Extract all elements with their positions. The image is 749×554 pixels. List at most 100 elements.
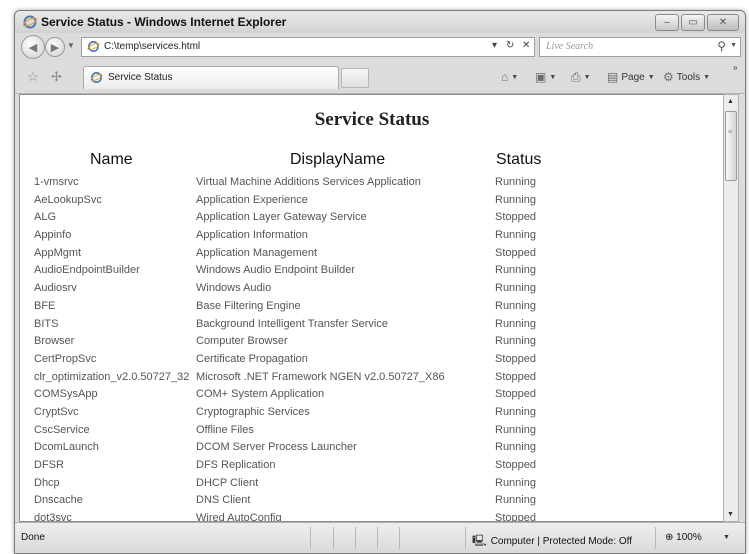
table-row: CscService Offline Files Running — [20, 422, 724, 440]
status-cell: Stopped — [495, 370, 536, 383]
service-name-cell: CscService — [34, 423, 90, 436]
status-bar: Done 🖳 Computer | Protected Mode: Off ⊕ … — [15, 522, 745, 553]
status-divider — [465, 527, 466, 549]
service-name-cell: AppMgmt — [34, 246, 82, 259]
service-name-cell: Appinfo — [34, 229, 72, 242]
stop-icon[interactable]: ✕ — [522, 40, 530, 51]
add-favorites-icon[interactable]: ✢ — [51, 69, 62, 85]
display-name-cell: Application Experience — [196, 193, 308, 206]
address-url[interactable]: C:\temp\services.html — [104, 41, 200, 52]
zoom-label: 100% — [676, 532, 702, 543]
address-dropdown-icon[interactable]: ▾ — [492, 40, 497, 51]
search-box[interactable]: Live Search ⚲ ▼ — [539, 37, 741, 57]
page-icon — [87, 41, 100, 52]
computer-zone-icon: 🖳 — [472, 535, 487, 547]
table-row: clr_optimization_v2.0.50727_32 Microsoft … — [20, 369, 724, 387]
zoom-dropdown-icon[interactable]: ▼ — [723, 534, 730, 541]
column-header-status: Status — [496, 151, 542, 168]
page-menu-button[interactable]: ▤ Page ▼ — [607, 70, 655, 84]
status-text: Done — [21, 532, 45, 543]
maximize-button[interactable]: ▭ — [681, 14, 705, 31]
table-row: Dhcp DHCP Client Running — [20, 475, 724, 493]
table-row: BFE Base Filtering Engine Running — [20, 298, 724, 316]
security-zone-label: Computer | Protected Mode: Off — [490, 536, 633, 547]
zoom-icon: ⊕ — [665, 532, 674, 543]
status-cell: Stopped — [495, 352, 536, 365]
status-cell: Running — [495, 299, 536, 312]
status-divider — [310, 527, 311, 549]
security-zone[interactable]: 🖳 Computer | Protected Mode: Off — [472, 532, 632, 551]
zoom-level[interactable]: ⊕ 100% — [665, 532, 702, 543]
minimize-button[interactable]: – — [655, 14, 679, 31]
page-title: Service Status — [314, 109, 430, 130]
refresh-icon[interactable]: ↻ — [506, 40, 514, 51]
print-button[interactable]: ⎙ ▼ — [571, 70, 591, 85]
table-row: Appinfo Application Information Running — [20, 227, 724, 245]
feeds-button[interactable]: ▣ ▼ — [535, 70, 556, 84]
forward-button[interactable]: ▶ — [45, 37, 65, 57]
search-dropdown-icon[interactable]: ▼ — [730, 42, 737, 49]
close-button[interactable]: ✕ — [707, 14, 739, 31]
scroll-up-icon[interactable]: ▲ — [727, 98, 734, 105]
service-name-cell: COMSysApp — [34, 388, 98, 401]
status-cell: Running — [495, 441, 536, 454]
browser-window: Service Status - Windows Internet Explor… — [14, 10, 746, 554]
service-name-cell: AeLookupSvc — [34, 193, 102, 206]
history-dropdown-icon[interactable]: ▼ — [67, 41, 75, 50]
column-header-displayname: DisplayName — [290, 151, 386, 168]
display-name-cell: Computer Browser — [196, 335, 288, 348]
display-name-cell: DNS Client — [196, 494, 251, 507]
display-name-cell: Microsoft .NET Framework NGEN v2.0.50727… — [196, 370, 445, 383]
chevron-down-icon: ▼ — [583, 74, 591, 81]
home-icon: ⌂ — [501, 70, 509, 84]
favorites-star-icon[interactable]: ☆ — [27, 69, 39, 85]
chevron-down-icon: ▼ — [511, 73, 519, 81]
gear-icon: ⚙ — [663, 70, 674, 84]
tools-menu-button[interactable]: ⚙ Tools ▼ — [663, 70, 710, 84]
display-name-cell: Certificate Propagation — [196, 352, 308, 365]
status-divider — [399, 527, 400, 549]
home-button[interactable]: ⌂ ▼ — [501, 70, 518, 84]
status-cell: Stopped — [495, 512, 536, 522]
display-name-cell: Application Management — [196, 246, 318, 259]
display-name-cell: DHCP Client — [196, 476, 259, 489]
search-icon[interactable]: ⚲ — [717, 39, 726, 53]
table-row: DFSR DFS Replication Stopped — [20, 457, 724, 475]
tab-command-row: ☆ ✢ Service Status ⌂ ▼ ▣ ▼ ⎙ ▼ ▤ Page ▼ ⚙ Tool… — [15, 61, 745, 94]
back-button[interactable]: ◀ — [21, 35, 45, 59]
new-tab-button[interactable] — [341, 68, 369, 88]
scroll-down-icon[interactable]: ▼ — [727, 511, 734, 518]
address-bar[interactable]: C:\temp\services.html ▾ ↻ ✕ — [81, 37, 535, 57]
status-cell: Running — [495, 193, 536, 206]
table-row: Dnscache DNS Client Running — [20, 492, 724, 510]
service-name-cell: ALG — [34, 211, 57, 224]
page-content: Service Status Name DisplayName Status 1… — [19, 94, 725, 522]
display-name-cell: Wired AutoConfig — [196, 512, 282, 522]
window-title: Service Status - Windows Internet Explor… — [41, 15, 287, 29]
service-name-cell: CryptSvc — [34, 405, 79, 418]
table-row: CertPropSvc Certificate Propagation Stoppe… — [20, 351, 724, 369]
service-name-cell: Dhcp — [34, 476, 60, 489]
status-cell: Running — [495, 494, 536, 507]
service-name-cell: clr_optimization_v2.0.50727_32 — [34, 370, 190, 383]
search-placeholder[interactable]: Live Search — [546, 41, 593, 52]
status-cell: Running — [495, 476, 536, 489]
tab-service-status[interactable]: Service Status — [83, 66, 339, 89]
status-divider — [355, 527, 356, 549]
status-divider — [333, 527, 334, 549]
service-table: 1-vmsrvc Virtual Machine Additions Servic… — [20, 174, 724, 522]
status-cell: Running — [495, 317, 536, 330]
table-row: CryptSvc Cryptographic Services Running — [20, 404, 724, 422]
table-row: dot3svc Wired AutoConfig Stopped — [20, 510, 724, 522]
scroll-thumb[interactable] — [725, 111, 737, 181]
display-name-cell: Offline Files — [196, 423, 254, 436]
window-controls: – ▭ ✕ — [655, 14, 739, 31]
display-name-cell: Windows Audio Endpoint Builder — [196, 264, 355, 277]
page-menu-icon: ▤ — [607, 70, 619, 84]
status-cell: Stopped — [495, 246, 536, 259]
status-cell: Running — [495, 282, 536, 295]
toolbar-overflow-button[interactable]: » — [733, 63, 737, 72]
vertical-scrollbar[interactable]: ▲ ≡ ▼ — [723, 94, 739, 522]
status-divider — [655, 527, 656, 549]
display-name-cell: DCOM Server Process Launcher — [196, 441, 357, 454]
